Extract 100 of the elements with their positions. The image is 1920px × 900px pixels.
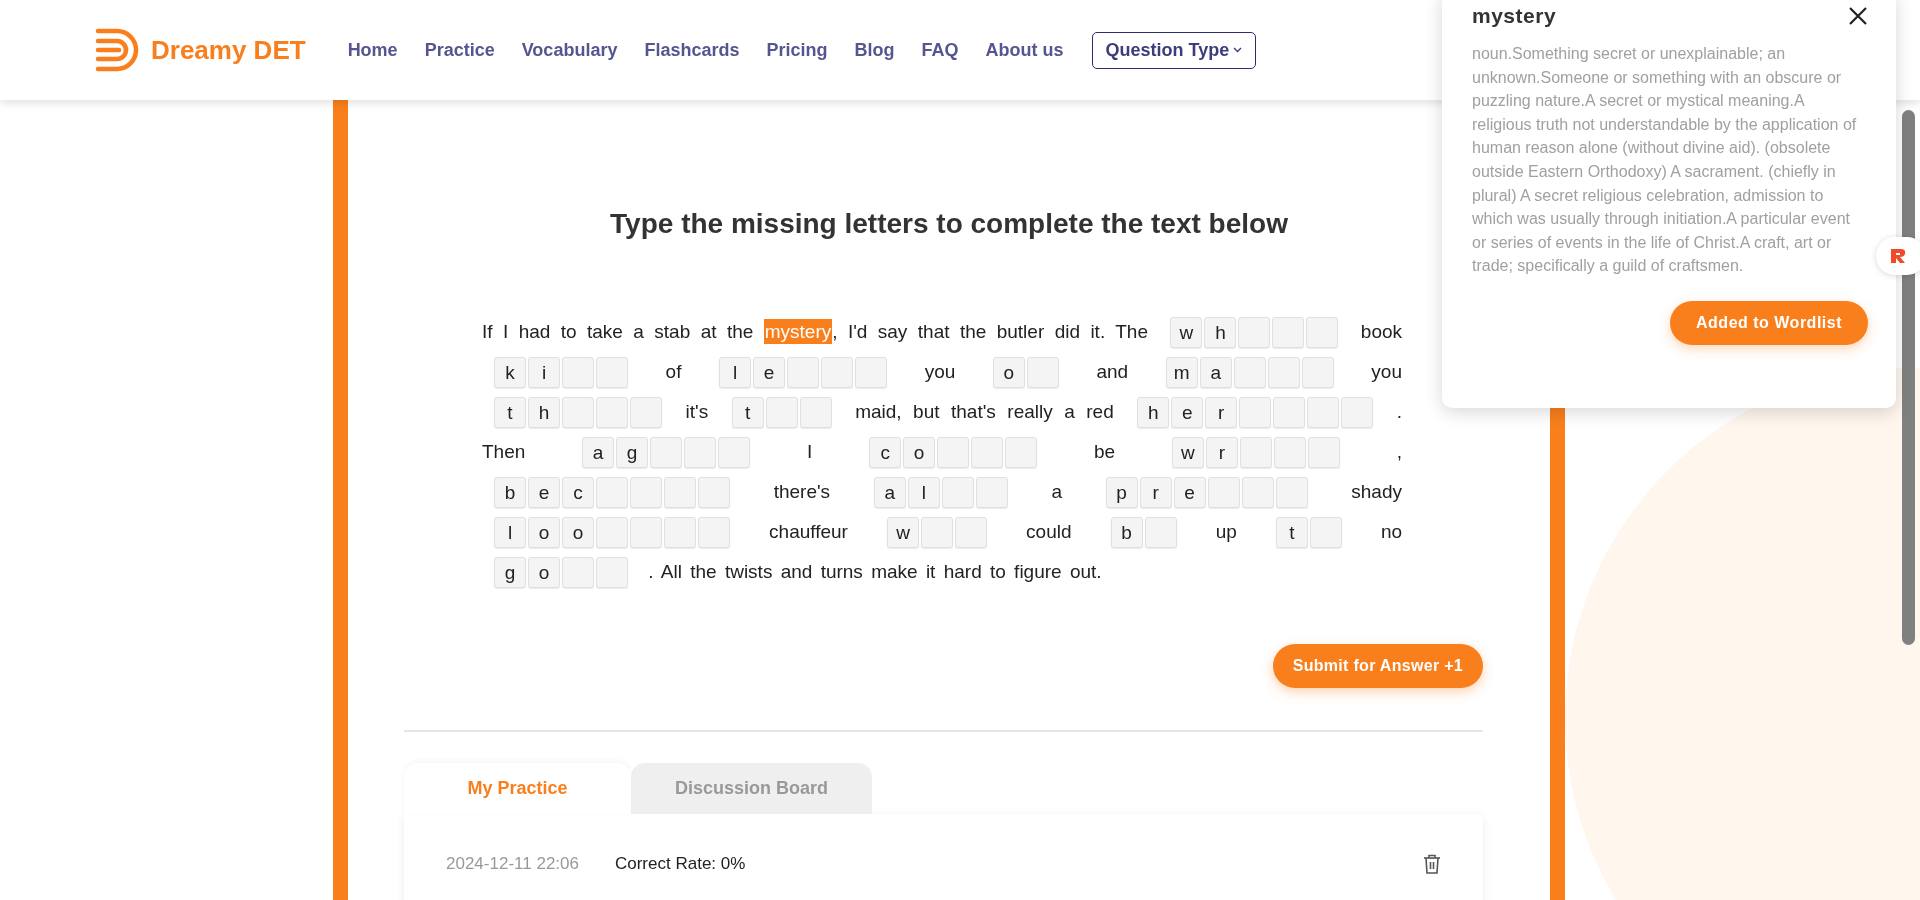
letter-field[interactable] (1005, 437, 1038, 469)
passage-text: I (807, 441, 813, 462)
letter-field[interactable] (562, 557, 594, 589)
passage-text: book (1360, 321, 1403, 342)
passage-text: , I'd say that the butler did it. The (832, 321, 1148, 342)
letter-box: b (494, 477, 526, 509)
letter-box: r (1139, 477, 1172, 509)
letter-box: g (616, 437, 649, 469)
letter-field[interactable] (664, 477, 696, 509)
passage-text: you (924, 361, 956, 382)
letter-field[interactable] (955, 517, 987, 549)
passage-text: . All the twists and turns make it hard to figure out. (648, 561, 1102, 582)
letter-field[interactable] (718, 437, 751, 469)
letter-field[interactable] (1309, 517, 1342, 549)
scrollbar-thumb[interactable] (1902, 110, 1915, 645)
trash-icon[interactable] (1423, 854, 1441, 874)
letter-box: e (1173, 477, 1206, 509)
passage-text: shady (1351, 481, 1402, 502)
letter-field[interactable] (698, 477, 730, 509)
letter-box: o (562, 517, 594, 549)
nav-link[interactable]: Blog (854, 39, 895, 61)
letter-field[interactable] (562, 397, 594, 429)
letter-field[interactable] (1267, 357, 1300, 389)
letter-field[interactable] (596, 517, 628, 549)
letter-box: o (528, 517, 560, 549)
letter-field[interactable] (596, 557, 628, 589)
nav-link[interactable]: About us (985, 39, 1064, 61)
passage-text: be (1093, 441, 1116, 462)
letter-field[interactable] (975, 477, 1008, 509)
letter-box: w (887, 517, 919, 549)
letter-field[interactable] (1239, 397, 1272, 429)
nav-link[interactable]: Flashcards (644, 39, 740, 61)
letter-field[interactable] (1273, 437, 1306, 469)
passage-text: no (1380, 521, 1403, 542)
letter-field[interactable] (1273, 397, 1306, 429)
letter-field[interactable] (1341, 397, 1374, 429)
letter-field[interactable] (1241, 477, 1274, 509)
letter-box: c (562, 477, 594, 509)
letter-field[interactable] (1307, 437, 1340, 469)
popup-word: mystery (1472, 4, 1557, 28)
letter-field[interactable] (630, 477, 662, 509)
letter-field[interactable] (1307, 397, 1340, 429)
passage-text: up (1215, 521, 1237, 542)
letter-box: r (1205, 397, 1238, 429)
question-type-dropdown[interactable]: Question Type (1091, 31, 1257, 69)
nav-link[interactable]: Vocabulary (521, 39, 618, 61)
letter-field[interactable] (684, 437, 717, 469)
letter-field[interactable] (821, 357, 854, 389)
extension-button[interactable] (1876, 237, 1920, 275)
close-icon[interactable] (1848, 6, 1868, 26)
record-date: 2024-12-11 22:06 (446, 854, 579, 874)
letter-field[interactable] (937, 437, 970, 469)
letter-box: e (1171, 397, 1204, 429)
letter-box: o (903, 437, 936, 469)
definition-text: noun.Something secret or unexplainable; an unknown.Someone or something with an obscure or puzzling nature.A secret or mystical meaning.A religious truth not understandable by the application of human reason alone (without divine aid). (obsolete outside Eastern Orthodoxy) A sacrament. (chiefly in plural) A secret religious celebration, admission to which was usually through initiation.A particular event or series of events in the life of Christ.A craft, art or trade; specifically a guild of craftsmen. (1472, 44, 1858, 277)
letter-field[interactable] (1306, 317, 1339, 349)
letter-field[interactable] (1026, 357, 1059, 389)
letter-box: o (528, 557, 560, 589)
letter-box: i (528, 357, 560, 389)
letter-field[interactable] (1238, 317, 1271, 349)
letter-field[interactable] (596, 397, 628, 429)
letter-box: l (494, 517, 526, 549)
letter-field[interactable] (698, 517, 730, 549)
passage-text: you (1371, 361, 1402, 382)
letter-field[interactable] (1275, 477, 1308, 509)
passage-text: chauffeur (769, 521, 848, 542)
nav-link[interactable]: Pricing (766, 39, 828, 61)
letter-field[interactable] (1301, 357, 1334, 389)
letter-box: k (494, 357, 526, 389)
nav-link[interactable]: Home (347, 39, 398, 61)
passage-text: , (1396, 441, 1403, 462)
nav-link[interactable]: Practice (424, 39, 495, 61)
letter-field[interactable] (855, 357, 888, 389)
letter-field[interactable] (650, 437, 683, 469)
letter-box: g (494, 557, 526, 589)
letter-box: w (1171, 437, 1204, 469)
letter-field[interactable] (1207, 477, 1240, 509)
letter-field[interactable] (562, 357, 594, 389)
letter-field[interactable] (596, 477, 628, 509)
letter-field[interactable] (787, 357, 820, 389)
letter-field[interactable] (1239, 437, 1272, 469)
letter-field[interactable] (630, 517, 662, 549)
letter-box: e (753, 357, 786, 389)
letter-field[interactable] (1233, 357, 1266, 389)
letter-box: l (907, 477, 940, 509)
nav-link[interactable]: FAQ (921, 39, 959, 61)
letter-field[interactable] (765, 397, 798, 429)
letter-field[interactable] (1272, 317, 1305, 349)
letter-field[interactable] (664, 517, 696, 549)
letter-field[interactable] (941, 477, 974, 509)
letter-field[interactable] (596, 357, 628, 389)
letter-field[interactable] (1144, 517, 1177, 549)
letter-field[interactable] (630, 397, 662, 429)
letter-field[interactable] (799, 397, 832, 429)
letter-field[interactable] (971, 437, 1004, 469)
letter-box: m (1165, 357, 1198, 389)
exercise-title: Type the missing letters to complete the text below (610, 208, 1288, 240)
correct-rate: Correct Rate: 0% (614, 854, 747, 874)
letter-field[interactable] (921, 517, 953, 549)
letter-box: a (873, 477, 906, 509)
